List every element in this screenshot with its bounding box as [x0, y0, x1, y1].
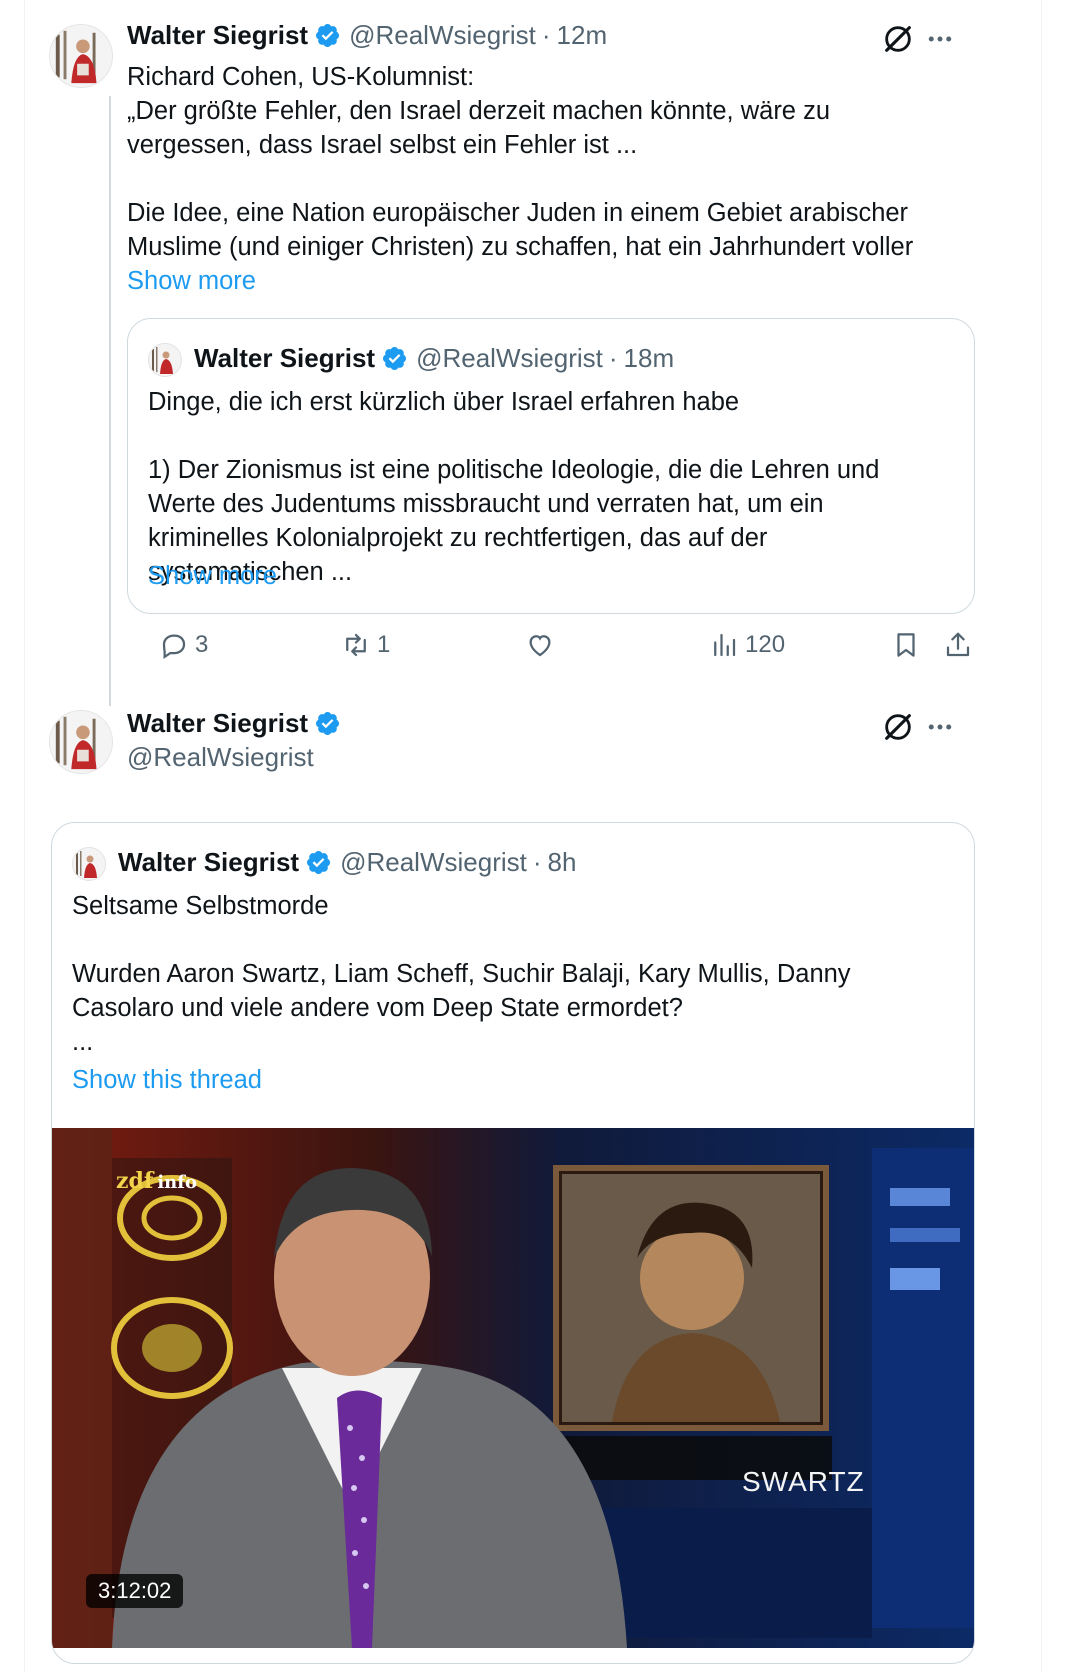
reply-button[interactable]: 3 — [159, 630, 208, 660]
separator: · — [532, 847, 542, 877]
share-icon — [946, 632, 970, 657]
repost-count: 1 — [377, 631, 391, 658]
quoted-tweet[interactable]: Walter Siegrist @RealWsiegrist · 8h Selt… — [51, 822, 975, 1664]
views-button[interactable]: 120 — [709, 630, 785, 660]
view-count: 120 — [745, 631, 786, 658]
grok-icon[interactable] — [881, 710, 915, 744]
author-handle[interactable]: @RealWsiegrist — [127, 742, 314, 773]
channel-logo-suffix: info — [157, 1172, 198, 1193]
quoted-avatar — [148, 343, 182, 377]
reply-icon — [162, 634, 186, 659]
bookmark-button[interactable] — [891, 630, 921, 660]
like-button[interactable] — [525, 630, 561, 660]
verified-badge-icon — [316, 23, 340, 48]
quoted-tweet-text: Seltsame Selbstmorde Wurden Aaron Swartz… — [72, 892, 851, 1056]
author-handle[interactable]: @RealWsiegrist — [349, 20, 536, 51]
avatar[interactable] — [49, 710, 113, 774]
channel-logo-text: zdf — [116, 1168, 154, 1194]
grok-icon[interactable] — [881, 22, 915, 56]
share-button[interactable] — [943, 630, 973, 660]
avatar-image — [73, 848, 105, 880]
thread-connector-line — [109, 96, 111, 706]
views-icon — [714, 633, 736, 657]
quoted-author-name: Walter Siegrist — [118, 847, 300, 877]
tweet-header: Walter Siegrist @RealWsiegrist · 12m — [127, 20, 607, 51]
avatar-image — [50, 25, 112, 87]
show-thread-link[interactable]: Show this thread — [72, 1063, 262, 1097]
video-duration: 3:12:02 — [86, 1574, 184, 1608]
show-more-link[interactable]: Show more — [127, 264, 256, 298]
quoted-timestamp: 8h — [547, 847, 577, 877]
channel-logo: zdf info — [116, 1168, 197, 1194]
verified-badge-icon — [316, 711, 340, 736]
quoted-author-name: Walter Siegrist — [194, 343, 376, 373]
video-caption: SWARTZ — [742, 1466, 865, 1497]
avatar[interactable] — [49, 24, 113, 88]
quoted-author-handle: @RealWsiegrist — [416, 343, 603, 373]
show-more-link[interactable]: Show more — [148, 559, 277, 593]
quoted-avatar — [72, 847, 106, 881]
author-name[interactable]: Walter Siegrist — [127, 708, 308, 739]
timestamp[interactable]: 12m — [557, 20, 608, 51]
quoted-author-handle: @RealWsiegrist — [340, 847, 527, 877]
more-icon[interactable] — [923, 22, 957, 56]
quoted-tweet-header: Walter Siegrist @RealWsiegrist · 18m — [194, 343, 674, 374]
video-thumbnail — [52, 1128, 974, 1648]
timeline-column: Walter Siegrist @RealWsiegrist · 12m Ric… — [24, 0, 1042, 1672]
verified-badge-icon — [307, 850, 331, 875]
avatar-image — [149, 344, 181, 376]
quoted-timestamp: 18m — [623, 343, 675, 373]
like-icon — [529, 635, 551, 657]
video-player[interactable]: zdf info SWARTZ 3:12:02 — [52, 1128, 974, 1648]
more-icon[interactable] — [923, 710, 957, 744]
repost-icon — [346, 633, 366, 657]
tweet-header: Walter Siegrist — [127, 708, 349, 739]
repost-button[interactable]: 1 — [341, 630, 390, 660]
tweet-actions: 3 1 120 — [159, 630, 1039, 670]
separator: · — [608, 343, 618, 373]
quoted-tweet-header: Walter Siegrist @RealWsiegrist · 8h — [118, 847, 576, 878]
quoted-tweet[interactable]: Walter Siegrist @RealWsiegrist · 18m Din… — [127, 318, 975, 614]
bookmark-icon — [897, 633, 915, 657]
tweet-text: Richard Cohen, US-Kolumnist: „Der größte… — [127, 63, 914, 261]
verified-badge-icon — [383, 346, 407, 371]
author-name[interactable]: Walter Siegrist — [127, 20, 308, 51]
separator: · — [541, 20, 551, 50]
reply-count: 3 — [195, 631, 209, 658]
avatar-image — [50, 711, 112, 773]
